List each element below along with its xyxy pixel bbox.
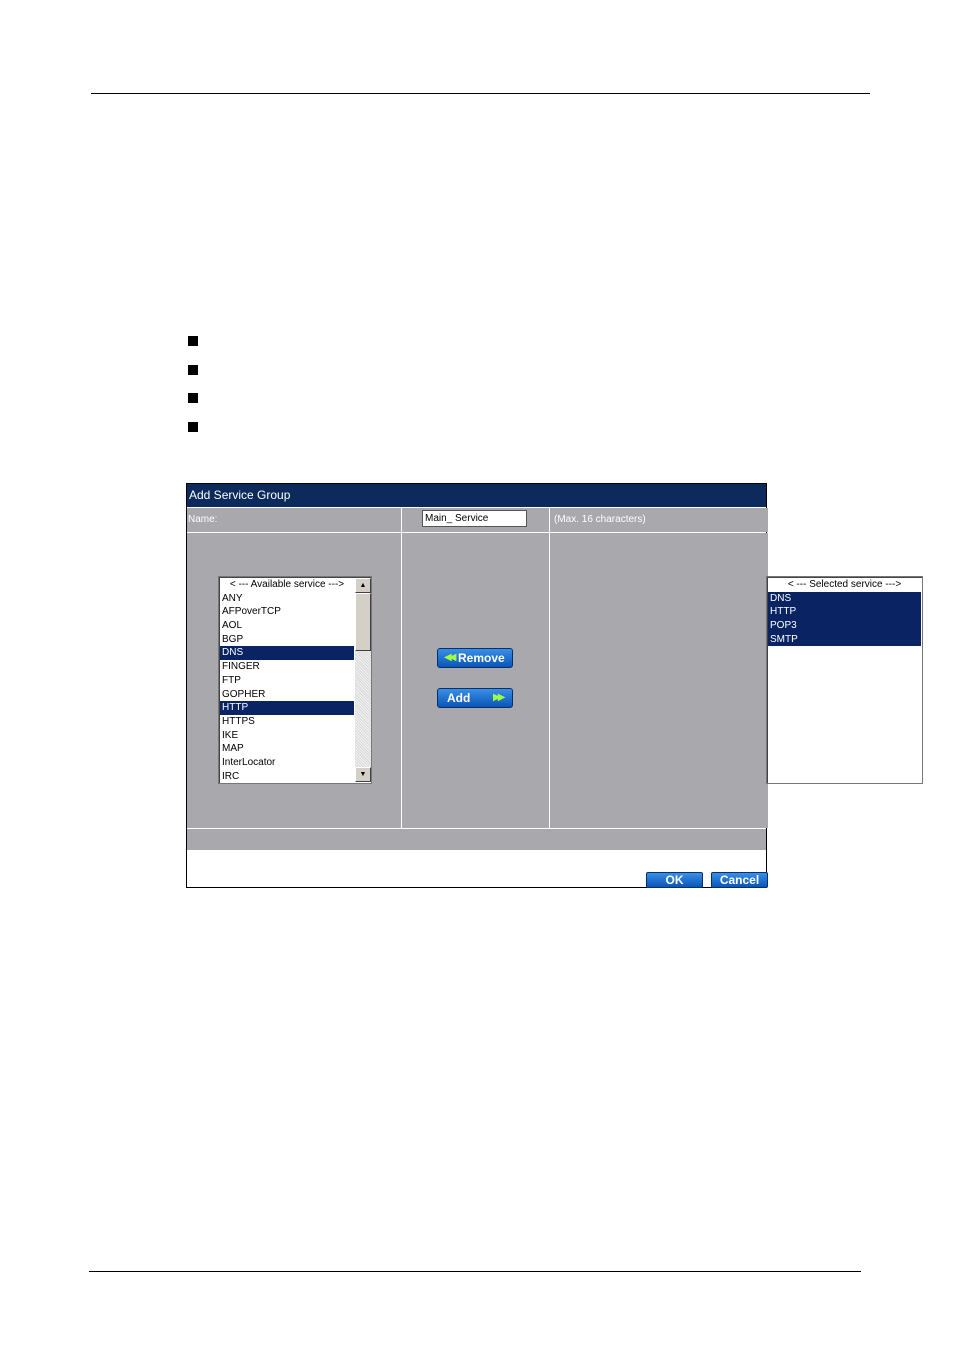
bullet-3 bbox=[188, 393, 198, 403]
double-left-arrow-icon: ◀◀ bbox=[444, 652, 457, 663]
selected-cell: < --- Selected service ---> DNS HTTP POP3 S… bbox=[550, 533, 923, 828]
available-option[interactable]: AFPoverTCP bbox=[220, 605, 354, 619]
dialog-footer-strip bbox=[187, 829, 766, 850]
available-option[interactable]: IKE bbox=[220, 729, 354, 743]
available-option[interactable]: MAP bbox=[220, 742, 354, 756]
scroll-thumb[interactable] bbox=[355, 593, 371, 651]
name-hint: (Max. 16 characters) bbox=[550, 508, 768, 532]
available-header[interactable]: < --- Available service ---> bbox=[220, 578, 354, 592]
bullet-1 bbox=[188, 336, 198, 346]
selected-option[interactable]: DNS bbox=[768, 591, 921, 606]
double-right-arrow-icon: ▶▶ bbox=[493, 692, 506, 703]
available-option[interactable]: BGP bbox=[220, 633, 354, 647]
available-options: < --- Available service ---> ANY AFPoverT… bbox=[220, 578, 354, 783]
available-service-list[interactable]: < --- Available service ---> ANY AFPoverT… bbox=[218, 576, 372, 784]
remove-button[interactable]: ◀◀ Remove bbox=[437, 648, 513, 668]
dialog-title: Add Service Group bbox=[187, 484, 766, 507]
available-option[interactable]: InterLocator bbox=[220, 756, 354, 770]
header-rule bbox=[91, 93, 870, 94]
scroll-up-icon[interactable]: ▲ bbox=[355, 578, 371, 593]
selected-service-list[interactable]: < --- Selected service ---> DNS HTTP POP3 S… bbox=[766, 576, 923, 784]
cancel-button[interactable]: Cancel bbox=[711, 872, 768, 888]
scroll-down-icon[interactable]: ▼ bbox=[355, 767, 371, 782]
available-option[interactable]: DNS bbox=[220, 646, 354, 661]
ok-button[interactable]: OK bbox=[646, 872, 703, 888]
selected-option[interactable]: HTTP bbox=[768, 605, 921, 620]
name-input[interactable]: Main_ Service bbox=[422, 510, 527, 527]
available-option[interactable]: GOPHER bbox=[220, 688, 354, 702]
remove-label: Remove bbox=[458, 651, 505, 665]
service-row: < --- Available service ---> ANY AFPoverT… bbox=[187, 533, 923, 828]
add-label: Add bbox=[447, 691, 471, 705]
action-cell: ◀◀ Remove Add ▶▶ bbox=[402, 533, 549, 828]
name-label: Name: bbox=[187, 508, 401, 532]
add-button[interactable]: Add ▶▶ bbox=[437, 688, 513, 708]
selected-header[interactable]: < --- Selected service ---> bbox=[768, 578, 921, 592]
available-option[interactable]: IRC bbox=[220, 770, 354, 783]
available-option[interactable]: HTTP bbox=[220, 701, 354, 715]
bullet-4 bbox=[188, 422, 198, 432]
available-option[interactable]: FTP bbox=[220, 674, 354, 688]
selected-option[interactable]: SMTP bbox=[768, 632, 921, 647]
selected-option[interactable]: POP3 bbox=[768, 619, 921, 633]
available-option[interactable]: AOL bbox=[220, 619, 354, 633]
available-option[interactable]: FINGER bbox=[220, 660, 354, 674]
name-input-cell: Main_ Service bbox=[402, 508, 549, 532]
add-service-group-dialog: Add Service Group Name: Main_ Service (M… bbox=[186, 483, 923, 888]
selected-options: < --- Selected service ---> DNS HTTP POP3 S… bbox=[768, 578, 921, 647]
available-cell: < --- Available service ---> ANY AFPoverT… bbox=[187, 533, 401, 828]
footer-rule bbox=[89, 1271, 861, 1272]
available-option[interactable]: HTTPS bbox=[220, 715, 354, 729]
name-row: Name: Main_ Service (Max. 16 characters) bbox=[187, 508, 768, 532]
available-option[interactable]: ANY bbox=[220, 592, 354, 606]
bullet-2 bbox=[188, 365, 198, 375]
available-scrollbar[interactable]: ▲ ▼ bbox=[355, 578, 371, 782]
